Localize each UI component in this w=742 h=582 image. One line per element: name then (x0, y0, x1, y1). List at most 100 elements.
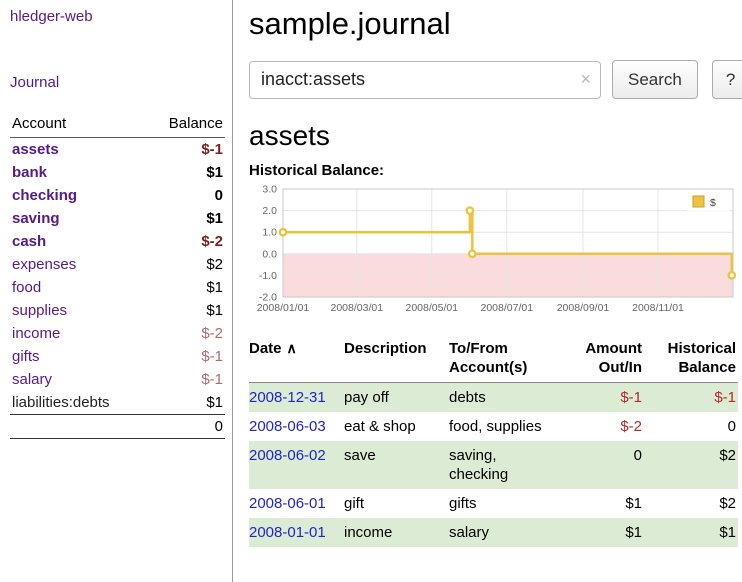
register-header-balance-line2: Balance (644, 358, 736, 377)
account-balance: 0 (147, 184, 225, 207)
clear-search-icon[interactable]: × (580, 69, 591, 89)
register-date-link[interactable]: 2008-06-03 (249, 418, 326, 435)
account-link[interactable]: checking (12, 187, 77, 204)
svg-text:$: $ (710, 197, 716, 209)
account-row: income $-2 (10, 322, 225, 345)
account-balance: $-1 (147, 138, 225, 162)
account-name-cell: cash (10, 230, 147, 253)
account-link[interactable]: supplies (12, 302, 67, 319)
register-row: 2008-06-02 savesaving,checking0$2 (249, 441, 738, 489)
search-row: × Search ? (249, 60, 742, 99)
account-name-cell: liabilities:debts (10, 391, 147, 415)
register-row: 2008-06-03eat & shopfood, supplies$-20 (249, 412, 738, 441)
account-link[interactable]: assets (12, 141, 59, 158)
account-link[interactable]: bank (12, 164, 47, 181)
accounts-body: assets$-1bank$1checking0saving$1cash$-2e… (10, 138, 225, 415)
register-row: 2008-12-31pay offdebts$-1$-1 (249, 383, 738, 413)
account-row: saving $1 (10, 207, 225, 230)
svg-text:2008/11/01: 2008/11/01 (632, 302, 684, 314)
section-title: assets (249, 120, 742, 152)
register-description: gift (344, 489, 449, 518)
sidebar: hledger-web Journal Account Balance asse… (0, 0, 233, 582)
account-row: food $1 (10, 276, 225, 299)
account-link[interactable]: saving (12, 210, 60, 227)
account-balance: $1 (147, 207, 225, 230)
main-content: sample.journal × Search ? assets Histori… (233, 0, 742, 582)
register-header-amount-line2: Out/In (564, 358, 642, 377)
account-link[interactable]: salary (12, 371, 52, 388)
register-date-cell: 2008-06-03 (249, 412, 344, 441)
account-name-cell: assets (10, 138, 147, 162)
account-link[interactable]: liabilities:debts (12, 394, 110, 411)
register-balance: $1 (644, 518, 738, 547)
page-title: sample.journal (249, 6, 742, 42)
account-row: liabilities:debts $1 (10, 391, 225, 415)
register-header-date-label[interactable]: Date (249, 340, 282, 357)
account-name-cell: bank (10, 161, 147, 184)
register-accounts: saving,checking (449, 441, 564, 489)
search-button[interactable]: Search (612, 60, 698, 99)
register-date-link[interactable]: 2008-12-31 (249, 389, 326, 406)
historical-balance-chart: 3.02.01.00.0-1.0-2.02008/01/012008/03/01… (249, 183, 738, 325)
account-balance: $1 (147, 276, 225, 299)
app-title-link[interactable]: hledger-web (10, 8, 225, 25)
register-balance: $-1 (644, 383, 738, 413)
account-link[interactable]: food (12, 279, 41, 296)
help-button[interactable]: ? (712, 60, 742, 99)
register-header-amount: Amount Out/In (564, 337, 644, 383)
account-balance: $1 (147, 299, 225, 322)
accounts-total-value: 0 (147, 415, 225, 439)
register-description: pay off (344, 383, 449, 413)
svg-text:2008/07/01: 2008/07/01 (480, 302, 533, 314)
register-amount: $1 (564, 489, 644, 518)
register-amount: 0 (564, 441, 644, 489)
account-name-cell: gifts (10, 345, 147, 368)
register-balance: $2 (644, 441, 738, 489)
register-body: 2008-12-31pay offdebts$-1$-12008-06-03ea… (249, 383, 738, 548)
accounts-header-row: Account Balance (10, 112, 225, 138)
svg-text:-1.0: -1.0 (259, 270, 277, 282)
register-date-link[interactable]: 2008-06-02 (249, 447, 326, 464)
register-amount: $-1 (564, 383, 644, 413)
account-name-cell: salary (10, 368, 147, 391)
register-accounts: gifts (449, 489, 564, 518)
svg-text:2008/09/01: 2008/09/01 (557, 302, 610, 314)
account-row: assets $-1 (10, 138, 225, 162)
account-balance: $2 (147, 253, 225, 276)
register-header-accounts-line2: Account(s) (449, 358, 560, 377)
register-header-amount-line1: Amount (564, 339, 642, 358)
app-window: hledger-web Journal Account Balance asse… (0, 0, 742, 582)
account-name-cell: saving (10, 207, 147, 230)
register-date-link[interactable]: 2008-06-01 (249, 495, 326, 512)
sort-ascending-icon[interactable]: ∧ (287, 340, 297, 356)
account-balance: $-2 (147, 322, 225, 345)
register-header-row: Date∧ Description To/From Account(s) Amo… (249, 337, 738, 383)
account-row: cash$-2 (10, 230, 225, 253)
account-link[interactable]: gifts (12, 348, 40, 365)
account-row: expenses $2 (10, 253, 225, 276)
svg-text:2.0: 2.0 (262, 205, 277, 217)
register-row: 2008-06-01giftgifts$1$2 (249, 489, 738, 518)
register-date-link[interactable]: 2008-01-01 (249, 524, 326, 541)
svg-text:0.0: 0.0 (262, 248, 277, 260)
svg-text:1.0: 1.0 (262, 227, 277, 239)
search-input[interactable] (249, 61, 601, 99)
account-link[interactable]: cash (12, 233, 46, 250)
register-accounts: salary (449, 518, 564, 547)
sidebar-item-journal[interactable]: Journal (10, 74, 225, 91)
account-link[interactable]: expenses (12, 256, 76, 273)
account-row: gifts$-1 (10, 345, 225, 368)
register-header-accounts: To/From Account(s) (449, 337, 564, 383)
account-name-cell: income (10, 322, 147, 345)
register-header-balance: Historical Balance (644, 337, 738, 383)
register-header-date: Date ∧ (249, 337, 344, 383)
register-accounts: food, supplies (449, 412, 564, 441)
account-row: checking 0 (10, 184, 225, 207)
account-name-cell: food (10, 276, 147, 299)
chart-title: Historical Balance: (249, 162, 742, 179)
account-link[interactable]: income (12, 325, 60, 342)
account-balance: $1 (147, 391, 225, 415)
account-name-cell: checking (10, 184, 147, 207)
register-description: save (344, 441, 449, 489)
account-balance: $1 (147, 161, 225, 184)
